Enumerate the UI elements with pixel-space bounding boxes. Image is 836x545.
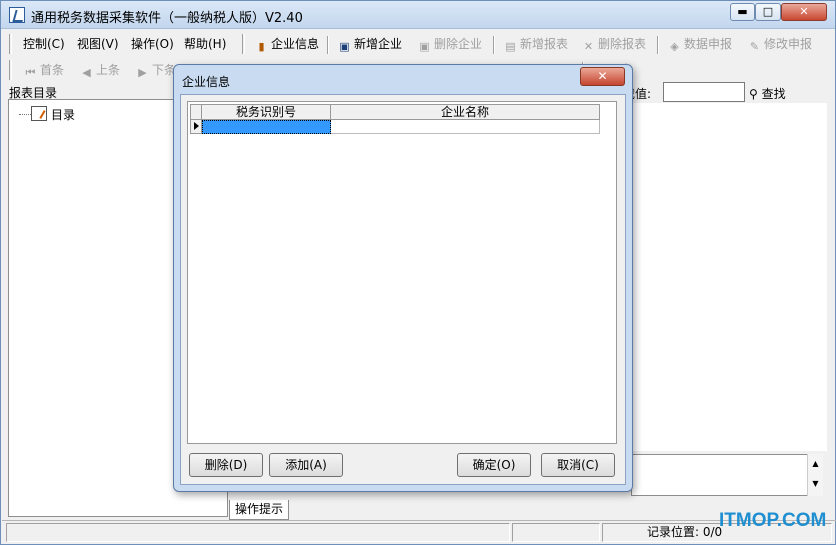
prev-record-button[interactable]: ◀ 上条 — [79, 61, 120, 79]
company-info-button[interactable]: ▮ 企业信息 — [254, 35, 319, 53]
find-button-label: 查找 — [761, 87, 786, 101]
scroll-down-icon: ▼ — [812, 479, 819, 488]
hint-scrollbar[interactable]: ▲ ▼ — [807, 454, 823, 496]
cell-company-name[interactable] — [331, 120, 600, 134]
tree-connector — [19, 114, 31, 115]
toolbar-separator — [493, 36, 495, 54]
window-title: 通用税务数据采集软件（一般纳税人版）V2.40 — [31, 11, 303, 26]
first-record-icon: ⏮ — [25, 66, 36, 79]
app-icon — [9, 7, 25, 23]
record-position: 记录位置: 0/0 — [647, 525, 723, 539]
new-company-icon: ▣ — [339, 40, 350, 53]
cancel-button[interactable]: 取消(C) — [541, 453, 615, 477]
find-button[interactable]: ⚲ 查找 — [749, 85, 786, 102]
delete-company-button[interactable]: ▣ 删除企业 — [417, 35, 482, 53]
new-report-icon: ▤ — [505, 40, 516, 53]
next-record-icon: ▶ — [138, 66, 147, 79]
toolbar-separator — [327, 36, 329, 54]
toolbar-separator — [657, 36, 659, 54]
menu-control[interactable]: 控制(C) — [23, 35, 65, 53]
dialog-body: 税务识别号 企业名称 删除(D) 添加(A) 确定(O) 取消(C) — [180, 94, 626, 485]
modify-submit-icon: ✎ — [749, 40, 760, 53]
menu-help[interactable]: 帮助(H) — [184, 35, 226, 53]
delete-report-label: 删除报表 — [598, 37, 647, 51]
add-button[interactable]: 添加(A) — [269, 453, 343, 477]
menu-operate[interactable]: 操作(O) — [131, 35, 174, 53]
ok-button[interactable]: 确定(O) — [457, 453, 531, 477]
menu-toolbar: 控制(C) 视图(V) 操作(O) 帮助(H) ▮ 企业信息 ▣ 新增企业 ▣ 删除企… — [7, 31, 831, 57]
tab-operation-hint[interactable]: 操作提示 — [229, 500, 289, 520]
new-report-label: 新增报表 — [520, 37, 569, 51]
menu-view[interactable]: 视图(V) — [77, 35, 119, 53]
delete-company-label: 删除企业 — [434, 37, 483, 51]
next-record-button[interactable]: ▶ 下条 — [135, 61, 176, 79]
tree-item-root[interactable]: 目录 — [51, 106, 75, 123]
data-submit-label: 数据申报 — [684, 37, 733, 51]
toolbar-grip[interactable] — [9, 60, 12, 80]
status-cell — [6, 523, 510, 542]
search-input[interactable] — [663, 82, 745, 102]
column-header-tax-id[interactable]: 税务识别号 — [202, 104, 331, 120]
maximize-button[interactable]: □ — [755, 3, 781, 21]
folder-edit-icon — [31, 106, 47, 121]
prev-record-icon: ◀ — [82, 66, 91, 79]
close-button[interactable]: ✕ — [781, 3, 827, 21]
company-info-label: 企业信息 — [271, 37, 320, 51]
new-report-button[interactable]: ▤ 新增报表 — [503, 35, 568, 53]
binoculars-icon: ⚲ — [749, 87, 762, 101]
scroll-up-icon: ▲ — [812, 459, 819, 468]
company-info-icon: ▮ — [258, 40, 265, 53]
delete-company-icon: ▣ — [419, 40, 430, 53]
grid-corner — [190, 104, 202, 120]
minimize-button[interactable]: ▬ — [730, 3, 755, 21]
delete-button[interactable]: 删除(D) — [189, 453, 263, 477]
company-grid[interactable]: 税务识别号 企业名称 — [187, 101, 617, 444]
column-header-company-name[interactable]: 企业名称 — [331, 104, 600, 120]
data-submit-button[interactable]: ◈ 数据申报 — [667, 35, 732, 53]
data-submit-icon: ◈ — [670, 40, 679, 53]
dialog-close-button[interactable]: ✕ — [580, 67, 625, 86]
first-record-button[interactable]: ⏮ 首条 — [23, 61, 64, 79]
dialog-title: 企业信息 — [182, 75, 231, 89]
title-bar[interactable]: 通用税务数据采集软件（一般纳税人版）V2.40 ▬ □ ✕ — [1, 1, 835, 29]
first-record-label: 首条 — [40, 63, 65, 77]
site-watermark: ITMOP.COM — [719, 510, 827, 531]
prev-record-label: 上条 — [96, 63, 121, 77]
status-cell — [512, 523, 600, 542]
hint-text-area[interactable] — [631, 454, 823, 496]
modify-submit-button[interactable]: ✎ 修改申报 — [747, 35, 812, 53]
toolbar-grip[interactable] — [9, 34, 12, 54]
new-company-label: 新增企业 — [354, 37, 403, 51]
company-info-dialog: 企业信息 ✕ 税务识别号 企业名称 删除(D) 添加(A) 确定(O) 取消(C… — [173, 64, 633, 492]
toolbar-grip[interactable] — [242, 34, 245, 54]
modify-submit-label: 修改申报 — [764, 37, 813, 51]
row-indicator[interactable] — [190, 120, 202, 134]
delete-report-icon: ✕ — [583, 40, 594, 53]
cell-tax-id[interactable] — [202, 120, 331, 134]
report-content-pane[interactable] — [631, 103, 827, 451]
delete-report-button[interactable]: ✕ 删除报表 — [581, 35, 646, 53]
new-company-button[interactable]: ▣ 新增企业 — [337, 35, 402, 53]
